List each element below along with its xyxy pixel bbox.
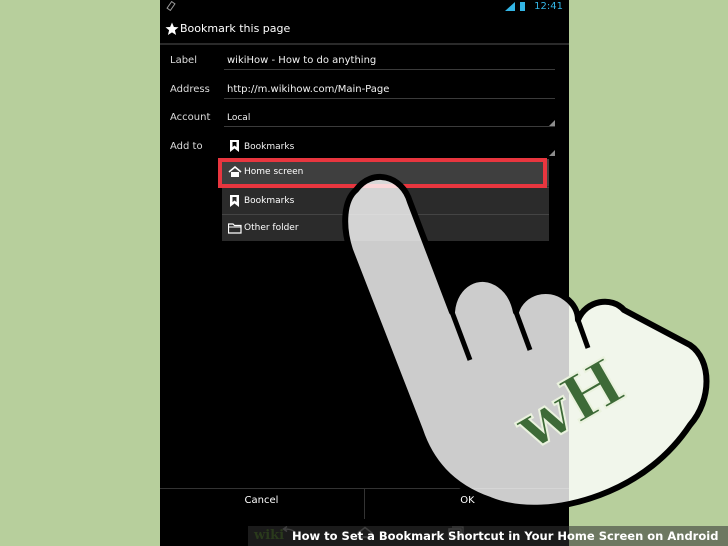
dropdown-item-other-folder[interactable]: Other folder — [222, 214, 549, 242]
caption-bar: wiki How to Set a Bookmark Shortcut in Y… — [248, 526, 728, 546]
android-screen: 12:41 Bookmark this page Label wikiHow -… — [160, 0, 569, 546]
add-to-field-name: Add to — [170, 141, 203, 152]
label-input-underline — [224, 69, 555, 70]
bookmark-icon — [230, 195, 239, 207]
folder-icon — [228, 223, 242, 234]
dropdown-item-label: Other folder — [244, 223, 299, 233]
wikihow-logo-text: wiki — [254, 528, 285, 543]
label-input[interactable]: wikiHow - How to do anything — [227, 54, 376, 68]
add-to-spinner-arrow-icon — [549, 150, 555, 156]
star-icon — [165, 22, 179, 35]
bookmark-icon — [230, 140, 239, 152]
cancel-button[interactable]: Cancel — [160, 489, 363, 519]
highlight-box — [218, 158, 547, 188]
add-to-spinner[interactable]: Bookmarks — [244, 140, 294, 154]
dialog-title: Bookmark this page — [180, 22, 291, 35]
dropdown-item-bookmarks[interactable]: Bookmarks — [222, 187, 549, 215]
account-spinner-underline — [224, 126, 555, 127]
dialog-button-bar: Cancel OK — [160, 488, 569, 519]
caption-title: How to Set a Bookmark Shortcut in Your H… — [292, 529, 719, 543]
screen-rotation-icon — [166, 1, 176, 11]
address-input-underline — [224, 98, 555, 99]
account-spinner[interactable]: Local — [227, 111, 250, 125]
label-field-name: Label — [170, 55, 197, 66]
dropdown-item-label: Bookmarks — [244, 196, 295, 206]
address-field-name: Address — [170, 84, 210, 95]
status-bar: 12:41 — [160, 0, 569, 14]
battery-icon — [520, 2, 525, 11]
wifi-icon — [505, 2, 515, 11]
status-time: 12:41 — [534, 1, 563, 12]
dialog-header: Bookmark this page — [160, 16, 569, 44]
ok-button[interactable]: OK — [364, 489, 569, 519]
address-input[interactable]: http://m.wikihow.com/Main-Page — [227, 83, 389, 97]
account-field-name: Account — [170, 112, 211, 123]
divider — [160, 43, 569, 45]
